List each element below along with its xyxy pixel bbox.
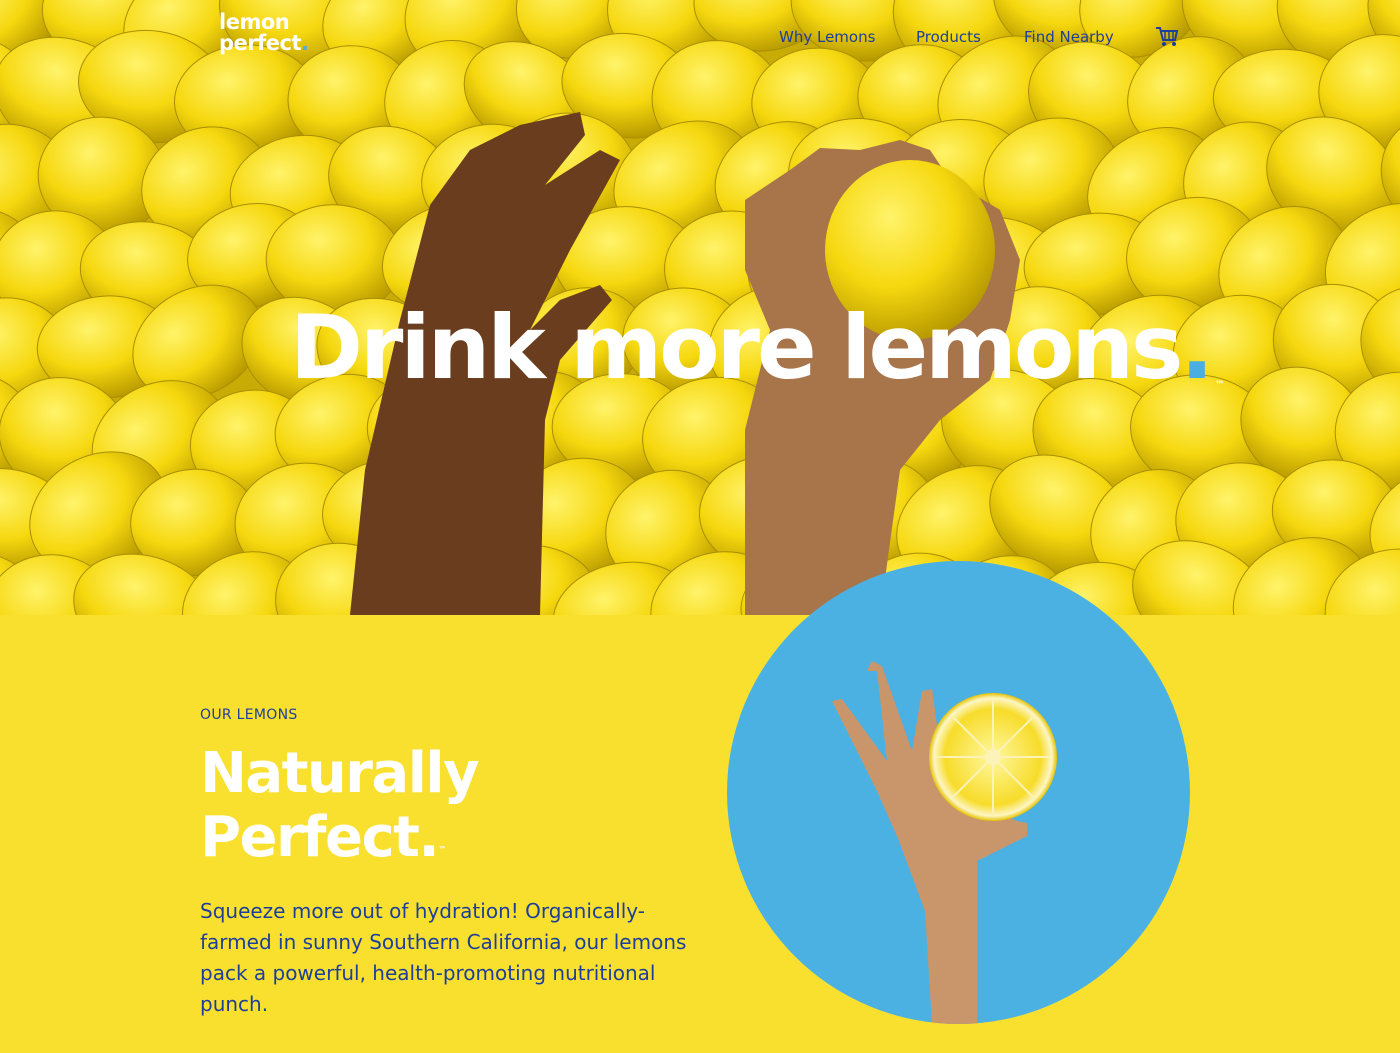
- nav-find-nearby[interactable]: Find Nearby: [1024, 28, 1114, 46]
- main-nav: Why Lemons Products Find Nearby: [0, 28, 1400, 52]
- section-title-line-2: Perfect: [200, 805, 420, 870]
- section-body-text: Squeeze more out of hydration! Organical…: [200, 899, 687, 1016]
- hero-section: lemon perfect. Why Lemons Products Find …: [0, 0, 1400, 615]
- hero-headline-text: Drink more lemons: [290, 296, 1183, 399]
- hand-holding-lemon-illustration: [832, 661, 1057, 1024]
- nav-products[interactable]: Products: [916, 28, 981, 46]
- section-title: Naturally Perfect.™: [200, 741, 480, 870]
- hero-trademark: ™: [1214, 380, 1225, 391]
- hero-headline-dot: .: [1180, 296, 1213, 399]
- section-trademark: ™: [438, 845, 447, 854]
- cart-icon[interactable]: [1155, 26, 1179, 48]
- hero-headline: Drink more lemons. ™: [290, 296, 1225, 399]
- section-title-dot: .: [418, 805, 439, 870]
- section-title-line-1: Naturally: [200, 741, 480, 806]
- nav-why-lemons[interactable]: Why Lemons: [779, 28, 875, 46]
- lemon-hand-image: [727, 561, 1190, 1024]
- section-eyebrow: OUR LEMONS: [200, 707, 298, 723]
